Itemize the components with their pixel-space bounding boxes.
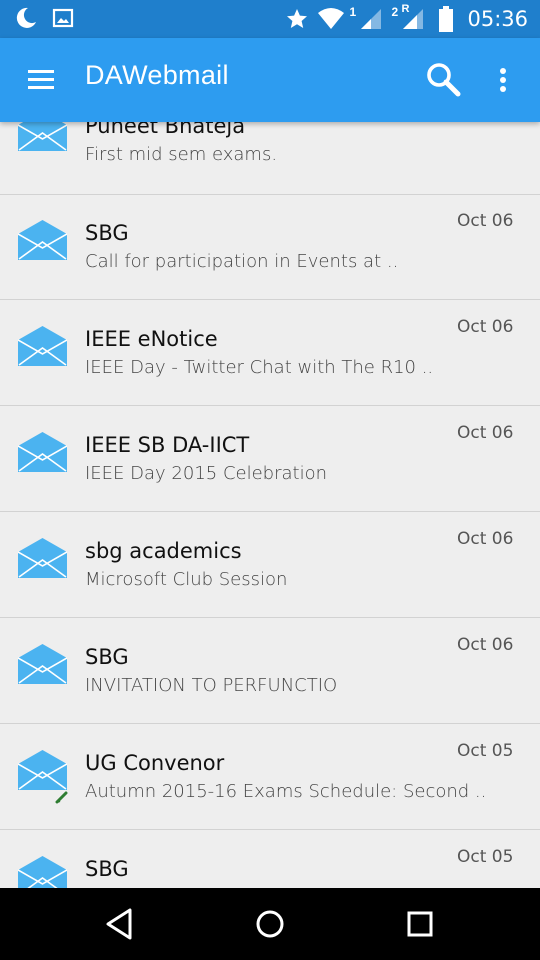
email-date: Oct 05 xyxy=(457,847,514,867)
email-sender: UG Convenor xyxy=(85,751,225,775)
email-item[interactable]: IEEE eNotice IEEE Day - Twitter Chat wit… xyxy=(0,300,540,406)
email-item[interactable]: SBG INVITATION TO PERFUNCTIO Oct 06 xyxy=(0,618,540,724)
email-subject: Call for participation in Events at .. xyxy=(85,251,399,272)
email-date: Oct 06 xyxy=(457,423,514,443)
recents-icon[interactable] xyxy=(400,904,440,944)
envelope-icon xyxy=(18,856,67,888)
email-sender: Puneet Bhateja xyxy=(85,122,246,138)
email-subject: Autumn 2015-16 Exams Schedule: Second .. xyxy=(85,781,487,802)
wifi-icon xyxy=(318,8,345,29)
email-item[interactable]: IEEE SB DA-IICT IEEE Day 2015 Celebratio… xyxy=(0,406,540,512)
envelope-icon xyxy=(18,750,67,790)
nav-bar xyxy=(0,888,540,960)
home-icon[interactable] xyxy=(250,904,290,944)
email-sender: SBG xyxy=(85,857,129,881)
email-subject: IEEE Day 2015 Celebration xyxy=(85,463,327,484)
menu-icon[interactable] xyxy=(26,66,58,94)
signal-icon xyxy=(361,9,382,29)
moon-icon xyxy=(16,7,36,28)
battery-icon xyxy=(439,6,454,32)
envelope-icon xyxy=(18,220,67,260)
email-date: Oct 05 xyxy=(457,741,514,761)
email-subject: Microsoft Club Session xyxy=(85,569,288,590)
email-list[interactable]: Puneet Bhateja First mid sem exams. SBG … xyxy=(0,122,540,888)
app-toolbar: DAWebmail xyxy=(0,38,540,122)
email-sender: SBG xyxy=(85,221,129,245)
search-icon[interactable] xyxy=(424,60,464,100)
email-date: Oct 06 xyxy=(457,317,514,337)
back-icon[interactable] xyxy=(100,904,140,944)
status-bar: 1 2 R 05:36 xyxy=(0,0,540,38)
email-sender: SBG xyxy=(85,645,129,669)
attachment-icon xyxy=(55,791,68,804)
email-subject: INVITATION TO PERFUNCTIO xyxy=(85,675,338,696)
email-item[interactable]: UG Convenor Autumn 2015-16 Exams Schedul… xyxy=(0,724,540,830)
email-item[interactable]: sbg academics Microsoft Club Session Oct… xyxy=(0,512,540,618)
sim2-signal: 2 R xyxy=(391,3,424,31)
email-subject: IEEE Day - Twitter Chat with The R10 .. xyxy=(85,357,434,378)
email-sender: IEEE SB DA-IICT xyxy=(85,433,250,457)
email-date: Oct 06 xyxy=(457,635,514,655)
app-title: DAWebmail xyxy=(85,60,229,90)
envelope-icon xyxy=(18,432,67,472)
envelope-icon xyxy=(18,538,67,578)
star-icon xyxy=(287,9,308,28)
email-sender: IEEE eNotice xyxy=(85,327,218,351)
email-subject: First mid sem exams. xyxy=(85,144,278,165)
email-date: Oct 06 xyxy=(457,211,514,231)
email-item[interactable]: SBG Call for participation in Events at … xyxy=(0,194,540,300)
sim1-signal: 1 xyxy=(349,5,382,31)
envelope-icon xyxy=(18,122,67,151)
envelope-icon xyxy=(18,326,67,366)
signal-icon xyxy=(403,9,424,29)
email-item[interactable]: SBG Oct 05 xyxy=(0,830,540,888)
envelope-icon xyxy=(18,644,67,684)
clock: 05:36 xyxy=(467,7,528,31)
email-sender: sbg academics xyxy=(85,539,242,563)
email-date: Oct 06 xyxy=(457,529,514,549)
image-icon xyxy=(52,8,74,28)
email-item[interactable]: Puneet Bhateja First mid sem exams. xyxy=(0,122,540,195)
more-vert-icon[interactable] xyxy=(488,62,518,98)
